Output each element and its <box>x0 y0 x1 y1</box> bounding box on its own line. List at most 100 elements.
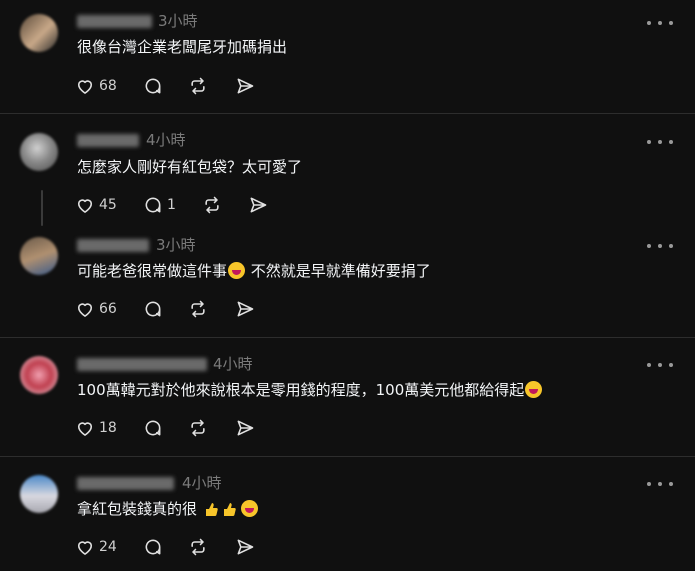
repost-button[interactable] <box>188 76 208 96</box>
repost-icon <box>191 77 205 95</box>
repost-button[interactable] <box>188 418 208 438</box>
divider <box>0 337 695 338</box>
heart-icon <box>77 199 93 213</box>
avatar[interactable] <box>20 14 58 52</box>
username-blurred[interactable] <box>77 477 174 490</box>
repost-icon <box>191 300 205 318</box>
avatar[interactable] <box>20 237 58 275</box>
share-button[interactable] <box>235 299 255 319</box>
comment-icon <box>145 420 161 436</box>
like-count: 24 <box>99 539 117 555</box>
thumbs-up-emoji <box>223 503 236 516</box>
thread-line <box>41 190 43 226</box>
more-dots-icon <box>647 363 651 367</box>
like-button[interactable]: 45 <box>75 195 121 215</box>
repost-icon <box>205 196 219 214</box>
more-dot <box>658 244 662 248</box>
comment-text-part-1: 可能老爸很常做這件事 <box>77 262 228 280</box>
more-dot <box>658 21 662 25</box>
more-dots-icon <box>647 244 651 248</box>
grinning-face-emoji <box>525 381 543 398</box>
heart-icon <box>77 80 93 94</box>
comment-icon <box>145 301 161 317</box>
repost-button[interactable] <box>188 537 208 557</box>
divider <box>0 456 695 457</box>
like-button[interactable]: 24 <box>75 537 121 557</box>
more-options-button[interactable] <box>647 475 673 493</box>
action-bar: 45 1 <box>75 194 267 216</box>
grinning-face-emoji <box>240 500 258 517</box>
thumbs-up-emoji <box>205 503 218 516</box>
repost-button[interactable] <box>188 299 208 319</box>
share-button[interactable] <box>248 195 268 215</box>
avatar[interactable] <box>20 475 58 513</box>
timestamp: 4小時 <box>213 355 253 373</box>
more-dot <box>658 482 662 486</box>
more-options-button[interactable] <box>647 14 673 32</box>
more-dots-icon <box>647 482 651 486</box>
more-dots-icon <box>647 140 651 144</box>
reply-button[interactable] <box>143 76 189 96</box>
more-options-button[interactable] <box>647 237 673 255</box>
like-count: 66 <box>99 301 117 317</box>
repost-icon <box>191 419 205 437</box>
send-icon <box>237 539 254 555</box>
avatar[interactable] <box>20 133 58 171</box>
heart-icon <box>77 303 93 317</box>
timestamp: 3小時 <box>156 236 196 254</box>
action-bar: 68 <box>75 75 254 97</box>
comment-text-part-1: 100萬韓元對於他來說根本是零用錢的程度，100萬美元他都給得起 <box>77 381 525 399</box>
reply-button[interactable] <box>143 418 163 438</box>
username-blurred[interactable] <box>77 239 149 252</box>
more-dot <box>658 140 662 144</box>
heart-icon <box>77 541 93 555</box>
action-bar: 24 <box>75 536 254 558</box>
reply-count: 1 <box>167 197 176 213</box>
like-button[interactable]: 68 <box>75 76 121 96</box>
like-count: 45 <box>99 197 117 213</box>
comment-icon <box>145 539 161 555</box>
username-blurred[interactable] <box>77 15 152 28</box>
comment-text-part-2: 不然就是早就準備好要捐了 <box>246 262 431 280</box>
heart-icon <box>77 422 93 436</box>
avatar[interactable] <box>20 356 58 394</box>
repost-icon <box>191 538 205 556</box>
send-icon <box>250 197 267 213</box>
grinning-face-emoji <box>228 262 246 279</box>
like-button[interactable]: 66 <box>75 299 121 319</box>
more-dot <box>669 363 673 367</box>
timestamp: 3小時 <box>158 12 198 30</box>
share-button[interactable] <box>235 537 255 557</box>
username-blurred[interactable] <box>77 134 139 147</box>
repost-button[interactable] <box>202 195 222 215</box>
timestamp: 4小時 <box>146 131 186 149</box>
more-dot <box>669 140 673 144</box>
timestamp: 4小時 <box>182 474 222 492</box>
like-count: 18 <box>99 420 117 436</box>
more-dot <box>669 21 673 25</box>
reply-button[interactable] <box>143 299 163 319</box>
share-button[interactable] <box>235 76 255 96</box>
divider <box>0 113 695 114</box>
share-button[interactable] <box>235 418 255 438</box>
send-icon <box>237 78 254 94</box>
send-icon <box>237 420 254 436</box>
reply-button[interactable] <box>143 537 163 557</box>
like-count: 68 <box>99 78 117 94</box>
send-icon <box>237 301 254 317</box>
comment-text: 怎麼家人剛好有紅包袋？太可愛了 <box>77 158 303 176</box>
reply-button[interactable]: 1 <box>143 195 176 215</box>
action-bar: 18 <box>75 417 254 439</box>
comment-text: 100萬韓元對於他來說根本是零用錢的程度，100萬美元他都給得起 <box>77 379 543 401</box>
comment-icon <box>145 78 161 94</box>
comment-text: 很像台灣企業老闆尾牙加碼捐出 <box>77 38 288 56</box>
username-blurred[interactable] <box>77 358 207 371</box>
comment-text: 拿紅包裝錢真的很 <box>77 498 259 520</box>
more-dot <box>669 482 673 486</box>
more-dot <box>658 363 662 367</box>
more-options-button[interactable] <box>647 133 673 151</box>
comment-text: 可能老爸很常做這件事 不然就是早就準備好要捐了 <box>77 260 431 282</box>
more-options-button[interactable] <box>647 356 673 374</box>
like-button[interactable]: 18 <box>75 418 121 438</box>
more-dot <box>669 244 673 248</box>
